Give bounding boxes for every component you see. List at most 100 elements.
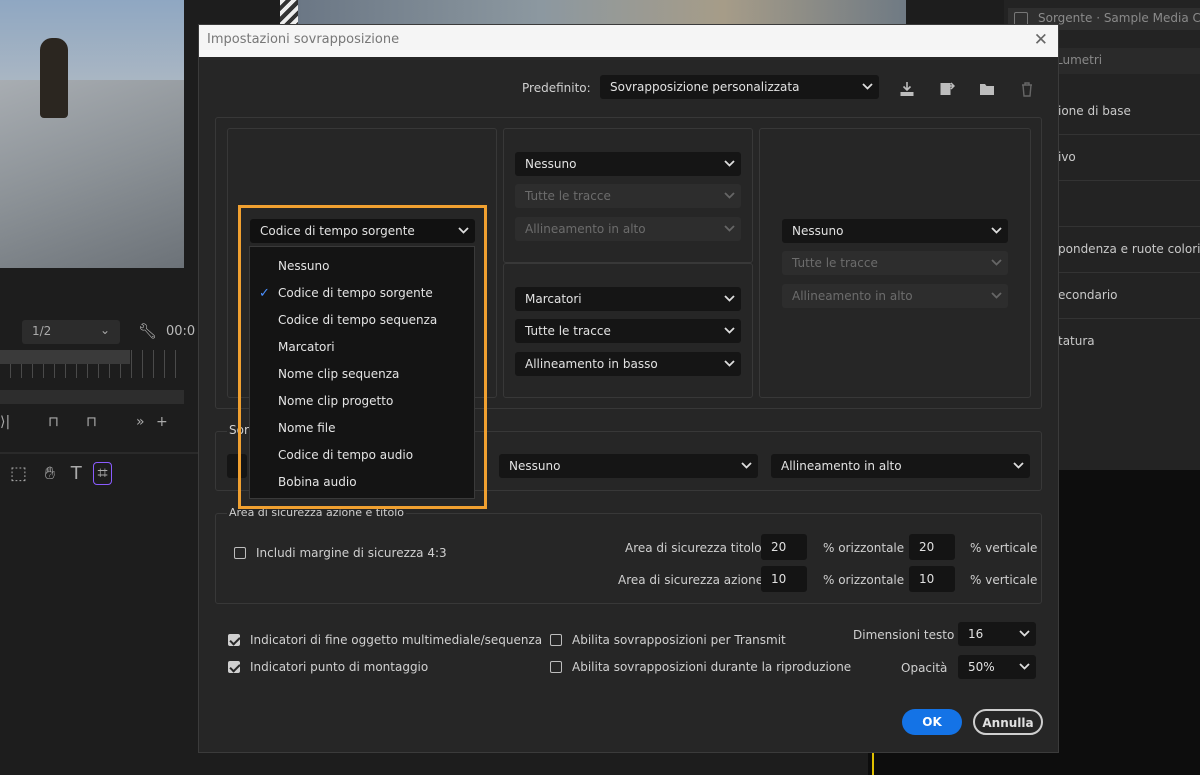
playhead — [872, 752, 874, 775]
video-stripe — [280, 0, 298, 24]
save-preset-icon[interactable] — [939, 81, 956, 97]
track-select-icon[interactable]: ⬚ — [10, 463, 27, 484]
end-indicators-label: Indicatori di fine oggetto multimediale/… — [250, 633, 543, 647]
bottom-center-tracks-select[interactable]: Tutte le tracce — [515, 319, 741, 343]
preset-label: Predefinito: — [522, 81, 591, 95]
lumetri-section[interactable]: pondenza e ruote colori — [1058, 242, 1200, 256]
tools-bar[interactable]: ⬚ ✋︎ T ⌗ — [10, 462, 112, 485]
right-align-select[interactable]: Allineamento in alto — [782, 284, 1008, 308]
lumetri-section[interactable]: tatura — [1058, 334, 1095, 348]
orange-highlight-box — [238, 205, 487, 509]
preset-value: Sovrapposizione personalizzata — [610, 80, 800, 94]
right-overlay-select[interactable]: Nessuno — [782, 219, 1008, 243]
tracks-value: Tutte le tracce — [525, 189, 611, 203]
margin-43-checkbox[interactable] — [234, 547, 246, 559]
opacity-select[interactable]: 50% — [958, 655, 1036, 679]
timecode: 00:0 — [166, 324, 196, 339]
title-safe-horizontal-input[interactable]: 20 — [761, 534, 807, 560]
zoom-select[interactable]: 1/2 ⌄ — [22, 320, 120, 344]
transmit-checkbox[interactable] — [550, 634, 562, 646]
type-icon[interactable]: T — [71, 463, 82, 484]
top-center-align-select[interactable]: Allineamento in alto — [515, 217, 741, 241]
source-tab-label: Sorgente · Sample Media Clip — [1038, 11, 1200, 25]
chevron-down-icon — [724, 224, 735, 233]
end-indicators-checkbox[interactable] — [228, 634, 240, 646]
lumetri-section[interactable]: econdario — [1058, 288, 1118, 302]
title-safe-label: Area di sicurezza titolo — [625, 541, 762, 555]
pct-horizontal-label: % orizzontale — [823, 573, 905, 587]
chevron-down-icon — [724, 191, 735, 200]
chevron-down-icon — [724, 359, 735, 368]
divider — [1040, 180, 1200, 181]
reframe-icon[interactable]: ⌗ — [93, 462, 112, 485]
dialog-title: Impostazioni sovrapposizione — [207, 32, 400, 47]
action-safe-vertical-input[interactable]: 10 — [909, 566, 955, 592]
bottom-center-value: Marcatori — [525, 292, 582, 306]
chevron-down-icon — [741, 461, 752, 470]
opacity-label: Opacità — [901, 661, 948, 675]
chevron-down-icon — [1013, 461, 1024, 470]
transmit-label: Abilita sovrapposizioni per Transmit — [572, 633, 786, 647]
top-center-select[interactable]: Nessuno — [515, 152, 741, 176]
trash-icon[interactable] — [1019, 81, 1035, 97]
chevron-down-icon — [991, 226, 1002, 235]
top-center-tracks-select[interactable]: Tutte le tracce — [515, 184, 741, 208]
hand-icon[interactable]: ✋︎ — [45, 463, 55, 484]
action-safe-horizontal-input[interactable]: 10 — [761, 566, 807, 592]
text-size-select[interactable]: 16 — [958, 622, 1036, 646]
bottom-center-align-select[interactable]: Allineamento in basso — [515, 352, 741, 376]
divider — [1040, 318, 1200, 319]
close-icon[interactable]: ✕ — [1034, 30, 1048, 50]
pct-horizontal-label: % orizzontale — [823, 541, 905, 555]
bottom-center-select[interactable]: Marcatori — [515, 287, 741, 311]
preset-select[interactable]: Sovrapposizione personalizzata — [600, 75, 879, 99]
folder-icon[interactable] — [979, 81, 995, 97]
wrench-icon[interactable]: 🔧︎ — [138, 322, 157, 340]
scrollbar[interactable] — [0, 390, 184, 404]
right-tracks-select[interactable]: Tutte le tracce — [782, 251, 1008, 275]
source-monitor-video — [298, 0, 906, 24]
chevron-down-icon — [991, 258, 1002, 267]
align-value: Allineamento in alto — [781, 459, 902, 473]
top-center-value: Nessuno — [525, 157, 577, 171]
align-value: Allineamento in alto — [792, 289, 913, 303]
chevron-down-icon — [1019, 662, 1030, 671]
source-overlay-value: Nessuno — [509, 459, 561, 473]
chevron-down-icon: ⌄ — [99, 323, 110, 337]
text-size-label: Dimensioni testo — [853, 628, 955, 642]
align-value: Allineamento in basso — [525, 357, 658, 371]
chevron-down-icon — [991, 291, 1002, 300]
title-safe-vertical-input[interactable]: 20 — [909, 534, 955, 560]
source-overlay-select[interactable]: Nessuno — [499, 454, 758, 478]
opacity-value: 50% — [968, 660, 995, 674]
tracks-value: Tutte le tracce — [525, 324, 611, 338]
ok-button[interactable]: OK — [902, 709, 962, 735]
divider — [1040, 272, 1200, 273]
chevron-down-icon — [724, 294, 735, 303]
margin-43-label: Includi margine di sicurezza 4:3 — [256, 546, 447, 560]
chevron-down-icon — [724, 159, 735, 168]
lumetri-section[interactable]: ivo — [1058, 150, 1076, 164]
time-ruler-range — [0, 350, 130, 364]
divider — [1040, 134, 1200, 135]
edit-indicators-label: Indicatori punto di montaggio — [250, 660, 429, 674]
tracks-value: Tutte le tracce — [792, 256, 878, 270]
source-align-select[interactable]: Allineamento in alto — [771, 454, 1030, 478]
dialog-titlebar: Impostazioni sovrapposizione ✕ — [199, 25, 1058, 57]
zoom-value: 1/2 — [32, 324, 52, 338]
edit-indicators-checkbox[interactable] — [228, 661, 240, 673]
playback-label: Abilita sovrapposizioni durante la ripro… — [572, 660, 852, 674]
action-safe-label: Area di sicurezza azione — [618, 573, 764, 587]
pct-vertical-label: % verticale — [970, 541, 1038, 555]
right-overlay-value: Nessuno — [792, 224, 844, 238]
playback-checkbox[interactable] — [550, 661, 562, 673]
lumetri-section[interactable]: ione di base — [1058, 104, 1131, 118]
import-preset-icon[interactable] — [899, 81, 915, 97]
chevron-down-icon — [862, 82, 873, 91]
cancel-button[interactable]: Annulla — [973, 709, 1043, 735]
chevron-down-icon — [1019, 629, 1030, 638]
divider — [1040, 226, 1200, 227]
align-value: Allineamento in alto — [525, 222, 646, 236]
text-size-value: 16 — [968, 627, 984, 641]
program-monitor-video — [0, 0, 184, 268]
